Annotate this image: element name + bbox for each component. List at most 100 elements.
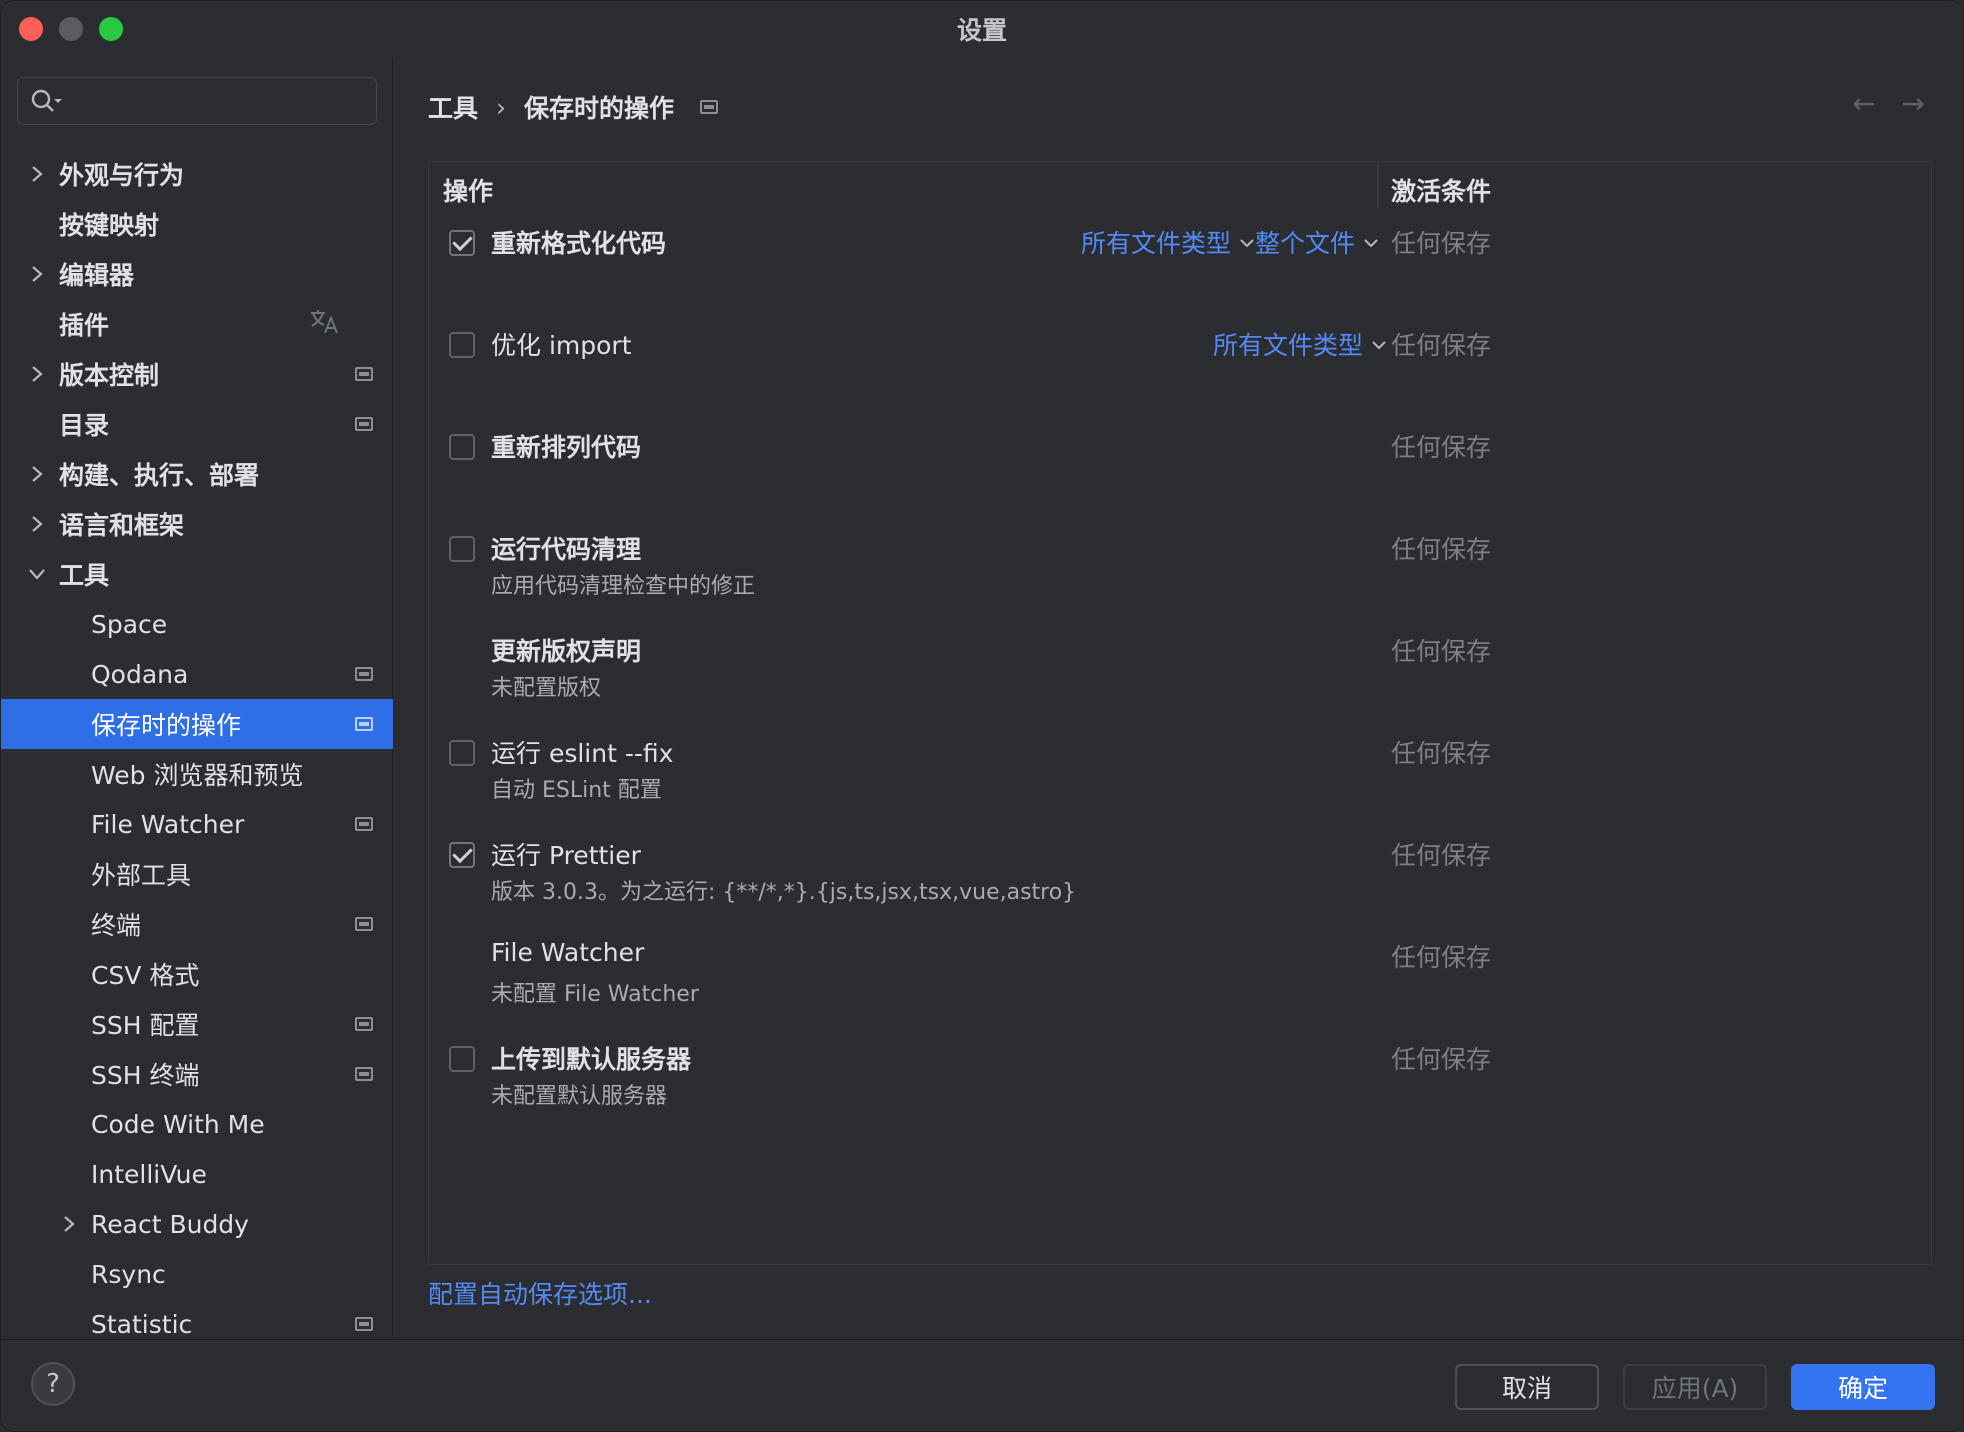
- table-row[interactable]: 运行代码清理 应用代码清理检查中的修正 任何保存: [429, 516, 1931, 618]
- project-level-icon: [355, 667, 373, 681]
- chevron-right-icon[interactable]: [57, 1212, 81, 1236]
- sidebar-item-label: 语言和框架: [59, 511, 185, 540]
- row-description: 版本 3.0.3。为之运行: {**/*,*}.{js,ts,jsx,tsx,v…: [491, 880, 1077, 905]
- table-row[interactable]: 更新版权声明 未配置版权 任何保存: [429, 618, 1931, 720]
- row-name: 优化 import: [491, 331, 632, 360]
- sidebar-item-editor[interactable]: 编辑器: [1, 249, 393, 299]
- sidebar-item-rsync[interactable]: Rsync: [1, 1249, 393, 1299]
- forward-arrow-icon[interactable]: →: [1902, 87, 1925, 120]
- sidebar-item-label: Space: [91, 609, 168, 639]
- sidebar-item-space[interactable]: Space: [1, 599, 393, 649]
- dropdown-label: 所有文件类型: [1213, 331, 1364, 360]
- sidebar-item-keymap[interactable]: 按键映射: [1, 199, 393, 249]
- sidebar-item-intellivue[interactable]: IntelliVue: [1, 1149, 393, 1199]
- maximize-window-button[interactable]: [99, 17, 123, 41]
- close-window-button[interactable]: [19, 17, 43, 41]
- back-arrow-icon[interactable]: ←: [1852, 87, 1875, 120]
- table-row[interactable]: File Watcher 未配置 File Watcher 任何保存: [429, 924, 1931, 1026]
- configure-autosave-link[interactable]: 配置自动保存选项...: [428, 1275, 652, 1311]
- table-row[interactable]: 上传到默认服务器 未配置默认服务器 任何保存: [429, 1026, 1931, 1128]
- project-level-icon: [355, 1067, 373, 1081]
- activation-condition: 任何保存: [1391, 229, 1492, 258]
- file-types-dropdown[interactable]: 所有文件类型: [1213, 326, 1387, 362]
- row-name: 运行代码清理: [491, 535, 642, 564]
- row-name: 上传到默认服务器: [491, 1045, 692, 1074]
- sidebar-item-label: SSH 终端: [91, 1061, 200, 1090]
- activation-condition: 任何保存: [1391, 331, 1492, 360]
- sidebar-item-file-watcher[interactable]: File Watcher: [1, 799, 393, 849]
- help-button[interactable]: ?: [31, 1362, 75, 1406]
- sidebar-item-plugins[interactable]: 插件: [1, 299, 393, 349]
- sidebar-item-code-with-me[interactable]: Code With Me: [1, 1099, 393, 1149]
- activation-condition: 任何保存: [1391, 535, 1492, 564]
- sidebar-item-web-browsers[interactable]: Web 浏览器和预览: [1, 749, 393, 799]
- sidebar-item-react-buddy[interactable]: React Buddy: [1, 1199, 393, 1249]
- settings-window: 设置 外观与行为 按键映射 编辑器 插件 版本控制 目录 构建、执行、部署 语言…: [0, 0, 1964, 1432]
- table-row[interactable]: 重新格式化代码 所有文件类型 整个文件 任何保存: [429, 210, 1931, 312]
- prettier-checkbox[interactable]: [449, 842, 475, 868]
- table-row[interactable]: 重新排列代码 任何保存: [429, 414, 1931, 516]
- ok-button[interactable]: 确定: [1791, 1364, 1935, 1410]
- sidebar-item-label: Code With Me: [91, 1109, 265, 1139]
- sidebar-item-label: 构建、执行、部署: [59, 461, 260, 490]
- chevron-down-icon: [1239, 230, 1255, 254]
- eslint-fix-checkbox[interactable]: [449, 740, 475, 766]
- sidebar-item-directories[interactable]: 目录: [1, 399, 393, 449]
- apply-button[interactable]: 应用(A): [1623, 1364, 1767, 1410]
- sidebar-item-qodana[interactable]: Qodana: [1, 649, 393, 699]
- column-divider[interactable]: [1377, 162, 1379, 208]
- chevron-right-icon[interactable]: [25, 512, 49, 536]
- cancel-button[interactable]: 取消: [1455, 1364, 1599, 1410]
- chevron-down-icon[interactable]: [25, 562, 49, 586]
- dropdown-label: 整个文件: [1255, 229, 1356, 258]
- table-rows: 重新格式化代码 所有文件类型 整个文件 任何保存 优化 import 所有文件类…: [429, 210, 1931, 1128]
- project-level-icon: [355, 1317, 373, 1331]
- project-level-icon: [700, 100, 719, 114]
- chevron-right-icon[interactable]: [25, 462, 49, 486]
- upload-default-server-checkbox[interactable]: [449, 1046, 475, 1072]
- chevron-right-icon[interactable]: [25, 162, 49, 186]
- sidebar-item-build[interactable]: 构建、执行、部署: [1, 449, 393, 499]
- activation-condition: 任何保存: [1391, 1045, 1492, 1074]
- sidebar-item-label: Statistic: [91, 1309, 193, 1339]
- column-header-operation: 操作: [443, 177, 494, 206]
- reformat-code-checkbox[interactable]: [449, 230, 475, 256]
- sidebar-item-tools[interactable]: 工具: [1, 549, 393, 599]
- optimize-imports-checkbox[interactable]: [449, 332, 475, 358]
- dialog-footer: ? 取消 应用(A) 确定: [1, 1339, 1963, 1431]
- title-bar: 设置: [1, 1, 1963, 57]
- minimize-window-button[interactable]: [59, 17, 83, 41]
- project-level-icon: [355, 817, 373, 831]
- sidebar-item-actions-on-save[interactable]: 保存时的操作: [1, 699, 393, 749]
- breadcrumb-current: 保存时的操作: [524, 94, 675, 123]
- sidebar-item-terminal[interactable]: 终端: [1, 899, 393, 949]
- sidebar-item-vcs[interactable]: 版本控制: [1, 349, 393, 399]
- rearrange-code-checkbox[interactable]: [449, 434, 475, 460]
- table-row[interactable]: 运行 eslint --fix 自动 ESLint 配置 任何保存: [429, 720, 1931, 822]
- sidebar-item-appearance[interactable]: 外观与行为: [1, 149, 393, 199]
- scope-dropdown[interactable]: 整个文件: [1255, 224, 1379, 260]
- file-types-dropdown[interactable]: 所有文件类型: [1081, 224, 1255, 260]
- sidebar-item-label: 编辑器: [59, 261, 135, 290]
- sidebar-item-ssh-config[interactable]: SSH 配置: [1, 999, 393, 1049]
- sidebar-item-label: File Watcher: [91, 809, 245, 839]
- dropdown-label: 所有文件类型: [1081, 229, 1232, 258]
- sidebar-item-ssh-terminal[interactable]: SSH 终端: [1, 1049, 393, 1099]
- sidebar-item-external-tools[interactable]: 外部工具: [1, 849, 393, 899]
- chevron-right-icon[interactable]: [25, 262, 49, 286]
- row-name: File Watcher: [491, 938, 645, 967]
- chevron-right-icon[interactable]: [25, 362, 49, 386]
- row-name: 重新格式化代码: [491, 229, 667, 258]
- sidebar-item-label: React Buddy: [91, 1209, 249, 1239]
- table-row[interactable]: 运行 Prettier 版本 3.0.3。为之运行: {**/*,*}.{js,…: [429, 822, 1931, 924]
- sidebar-item-label: Web 浏览器和预览: [91, 761, 304, 790]
- row-description: 未配置默认服务器: [491, 1084, 668, 1109]
- search-input[interactable]: [72, 87, 372, 115]
- row-description: 未配置版权: [491, 676, 602, 701]
- code-cleanup-checkbox[interactable]: [449, 536, 475, 562]
- table-row[interactable]: 优化 import 所有文件类型 任何保存: [429, 312, 1931, 414]
- sidebar-item-csv[interactable]: CSV 格式: [1, 949, 393, 999]
- search-box[interactable]: [17, 77, 377, 125]
- sidebar-item-languages[interactable]: 语言和框架: [1, 499, 393, 549]
- breadcrumb-parent[interactable]: 工具: [428, 89, 478, 125]
